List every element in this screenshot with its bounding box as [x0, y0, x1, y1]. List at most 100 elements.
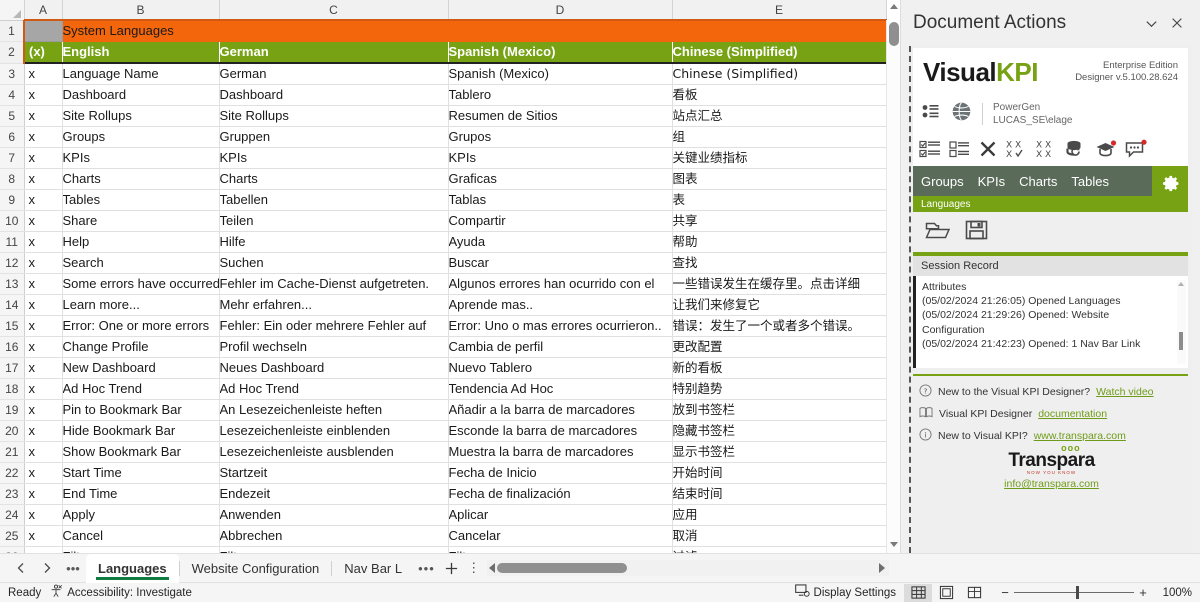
cell[interactable]: Hilfe — [219, 232, 448, 253]
sheet-tab-website-configuration[interactable]: Website Configuration — [180, 554, 332, 583]
row-header-24[interactable]: 24 — [0, 505, 24, 526]
cell[interactable]: Show Bookmark Bar — [62, 442, 219, 463]
log-scrollbar[interactable] — [1177, 280, 1186, 364]
display-settings-button[interactable]: Display Settings — [795, 584, 904, 601]
column-header-a[interactable]: A — [24, 0, 62, 20]
save-disk-icon[interactable] — [965, 219, 989, 246]
cell[interactable]: x — [24, 316, 62, 337]
checklist-icon[interactable] — [919, 139, 941, 159]
cell[interactable]: Dashboard — [219, 85, 448, 106]
row-header-1[interactable]: 1 — [0, 20, 24, 42]
row-header-12[interactable]: 12 — [0, 253, 24, 274]
cell[interactable]: x — [24, 127, 62, 148]
cell[interactable]: KPIs — [62, 148, 219, 169]
transpara-email-link[interactable]: info@transpara.com — [911, 478, 1192, 490]
table-row[interactable]: 24xApplyAnwendenAplicar应用 — [0, 505, 886, 526]
spreadsheet-grid[interactable]: A B C D E 1 System Languages — [0, 0, 900, 553]
cell[interactable]: Learn more... — [62, 295, 219, 316]
cell[interactable]: Suchen — [219, 253, 448, 274]
row-header-26[interactable]: 26 — [0, 547, 24, 554]
cell[interactable]: Error: One or more errors — [62, 316, 219, 337]
table-row[interactable]: 20xHide Bookmark BarLesezeichenleiste ei… — [0, 421, 886, 442]
row-header-25[interactable]: 25 — [0, 526, 24, 547]
cell[interactable]: Tabellen — [219, 190, 448, 211]
row-header-14[interactable]: 14 — [0, 295, 24, 316]
cell[interactable]: 站点汇总 — [672, 106, 886, 127]
cell[interactable]: Graficas — [448, 169, 672, 190]
bulk-xx-icon[interactable]: XX XX — [1036, 139, 1058, 159]
cell[interactable]: Help — [62, 232, 219, 253]
cell[interactable]: x — [24, 337, 62, 358]
cell-header-english[interactable]: English — [62, 42, 219, 64]
zoom-out-button[interactable]: − — [996, 585, 1014, 600]
cell[interactable]: x — [24, 463, 62, 484]
row-header-22[interactable]: 22 — [0, 463, 24, 484]
cell[interactable]: Hide Bookmark Bar — [62, 421, 219, 442]
cell[interactable]: Muestra la barra de marcadores — [448, 442, 672, 463]
cell-header-chinese[interactable]: Chinese (Simplified) — [672, 42, 886, 64]
cell[interactable]: New Dashboard — [62, 358, 219, 379]
table-row[interactable]: 8xChartsChartsGraficas图表 — [0, 169, 886, 190]
column-header-d[interactable]: D — [448, 0, 672, 20]
cell[interactable]: Buscar — [448, 253, 672, 274]
table-row[interactable]: 6xGroupsGruppenGrupos组 — [0, 127, 886, 148]
cell[interactable]: x — [24, 253, 62, 274]
cell[interactable]: x — [24, 148, 62, 169]
cell-header-flag[interactable]: (x) — [24, 42, 62, 64]
cell[interactable]: Search — [62, 253, 219, 274]
zoom-in-button[interactable]: + — [1134, 585, 1152, 600]
cell[interactable]: Fehler im Cache-Dienst aufgetreten. — [219, 274, 448, 295]
table-row[interactable]: 13xSome errors have occurredFehler im Ca… — [0, 274, 886, 295]
cell[interactable]: Endezeit — [219, 484, 448, 505]
cell[interactable]: Groups — [62, 127, 219, 148]
cell[interactable]: Filtros — [448, 547, 672, 554]
documentation-link[interactable]: documentation — [1038, 408, 1107, 420]
row-header-19[interactable]: 19 — [0, 400, 24, 421]
graduation-cap-icon[interactable] — [1095, 139, 1117, 159]
table-row[interactable]: 1 System Languages — [0, 20, 886, 42]
cell-banner-c1[interactable] — [219, 20, 448, 42]
column-header-b[interactable]: B — [62, 0, 219, 20]
cell[interactable]: x — [24, 274, 62, 295]
cell[interactable]: x — [24, 526, 62, 547]
cell[interactable]: Language Name — [62, 63, 219, 85]
page-layout-icon[interactable] — [932, 584, 960, 602]
cell[interactable]: 开始时间 — [672, 463, 886, 484]
table-row[interactable]: 3xLanguage NameGermanSpanish (Mexico)Chi… — [0, 63, 886, 85]
cell[interactable]: 取消 — [672, 526, 886, 547]
scroll-right-arrow-icon[interactable] — [879, 563, 885, 573]
cell[interactable]: 让我们来修复它 — [672, 295, 886, 316]
cell[interactable]: x — [24, 85, 62, 106]
cell[interactable]: Chinese (Simplified) — [672, 63, 886, 85]
table-row[interactable]: 10xShareTeilenCompartir共享 — [0, 211, 886, 232]
zoom-slider[interactable]: − + — [996, 585, 1152, 600]
cell[interactable]: Site Rollups — [219, 106, 448, 127]
sheet-tab-languages[interactable]: Languages — [86, 554, 179, 583]
chevron-left-icon[interactable] — [8, 555, 34, 581]
tab-kpis[interactable]: KPIs — [978, 174, 1005, 189]
cell[interactable]: End Time — [62, 484, 219, 505]
cell[interactable]: Dashboard — [62, 85, 219, 106]
cell[interactable]: Filter — [219, 547, 448, 554]
cell[interactable]: 新的看板 — [672, 358, 886, 379]
cell[interactable]: Startzeit — [219, 463, 448, 484]
add-sheet-button[interactable] — [439, 555, 465, 581]
sheet-options-icon[interactable]: ⋮ — [465, 560, 483, 576]
cell[interactable]: x — [24, 232, 62, 253]
table-row[interactable]: 19xPin to Bookmark BarAn Lesezeichenleis… — [0, 400, 886, 421]
cell[interactable]: 查找 — [672, 253, 886, 274]
cell[interactable]: Tablas — [448, 190, 672, 211]
cell[interactable]: Neues Dashboard — [219, 358, 448, 379]
cell[interactable]: Esconde la barra de marcadores — [448, 421, 672, 442]
table-row[interactable]: 25xCancelAbbrechenCancelar取消 — [0, 526, 886, 547]
table-row[interactable]: 14xLearn more...Mehr erfahren...Aprende … — [0, 295, 886, 316]
gear-icon[interactable] — [1152, 166, 1188, 196]
database-refresh-icon[interactable] — [1066, 139, 1087, 159]
cell[interactable]: 一些错误发生在缓存里。点击详细 — [672, 274, 886, 295]
cell[interactable]: Cambia de perfil — [448, 337, 672, 358]
cell[interactable]: Tables — [62, 190, 219, 211]
cell[interactable]: Change Profile — [62, 337, 219, 358]
table-row[interactable]: 21xShow Bookmark BarLesezeichenleiste au… — [0, 442, 886, 463]
scrollbar-thumb[interactable] — [497, 563, 627, 573]
cell[interactable]: Lesezeichenleiste ausblenden — [219, 442, 448, 463]
